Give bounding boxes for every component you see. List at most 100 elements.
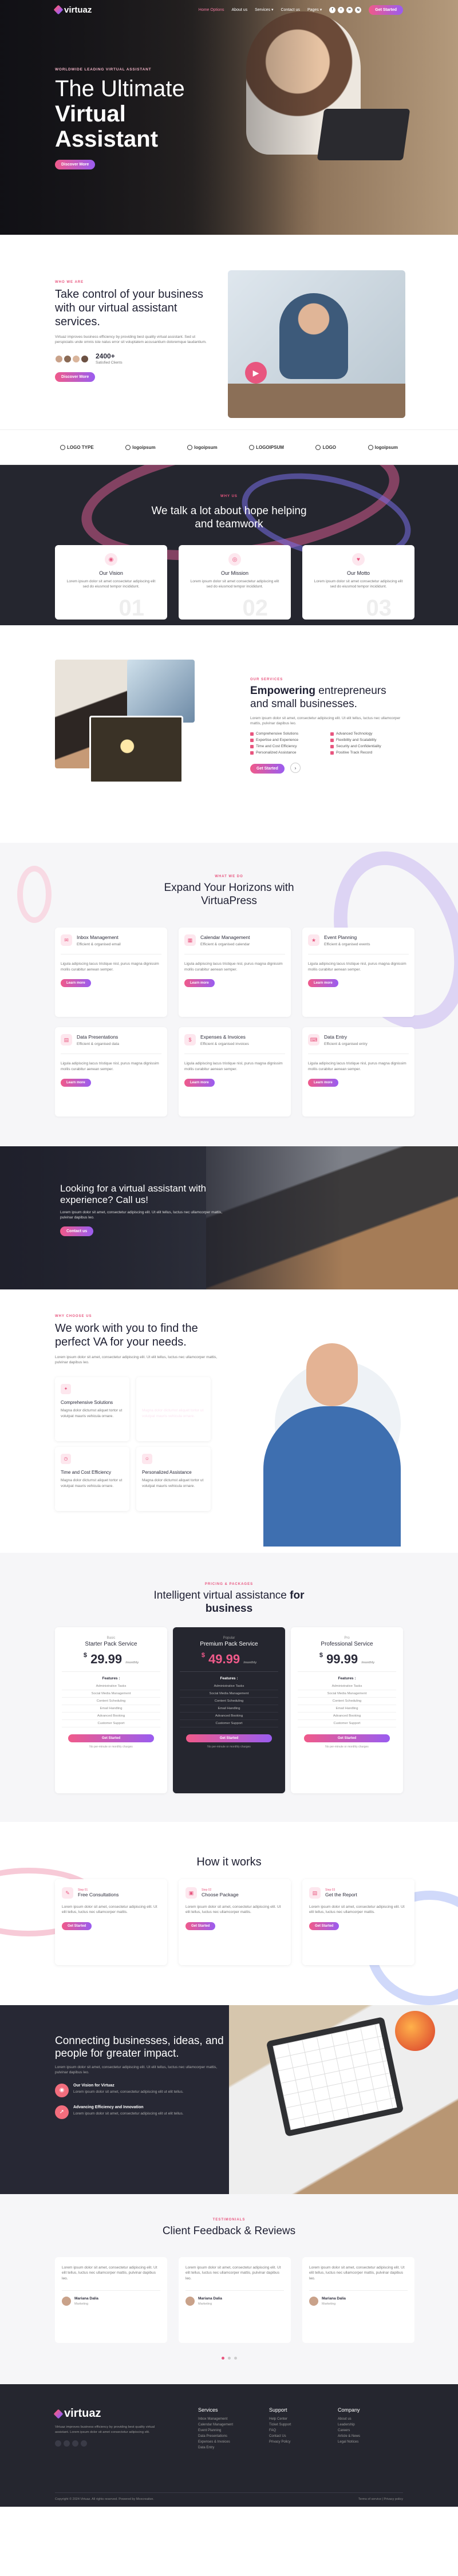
how-it-works-section: How it works ✎ Step 01 Free Consultations … xyxy=(0,1822,458,2005)
expert-title: We work with you to find the perfect VA … xyxy=(55,1322,198,1348)
facebook-icon[interactable] xyxy=(55,2440,61,2447)
feature-card: ◷ Time and Cost Efficiency Magna dolor d… xyxy=(55,1446,129,1511)
footer-link[interactable]: Calendar Management xyxy=(198,2423,261,2427)
nav-item-about[interactable]: About us xyxy=(232,8,248,12)
footer-link[interactable]: Expenses & Invoices xyxy=(198,2440,261,2444)
footer-link[interactable]: Data Entry xyxy=(198,2446,261,2449)
twitter-icon[interactable] xyxy=(64,2440,70,2447)
connect-item: ➚ Advancing Efficiency and Innovation Lor… xyxy=(55,2105,227,2119)
cta-contact-button[interactable]: Contact us xyxy=(60,1226,94,1236)
instagram-icon[interactable]: ig xyxy=(355,6,362,13)
avatar xyxy=(81,354,89,363)
eye-icon: ◉ xyxy=(105,553,117,566)
partner-logos: LOGO TYPE logoipsum logoipsum LOGOIPSUM … xyxy=(0,429,458,465)
logo-circle-icon xyxy=(187,444,193,450)
footer-link[interactable]: Inbox Management xyxy=(198,2417,261,2421)
instagram-icon[interactable] xyxy=(81,2440,87,2447)
clients-count: 2400+ xyxy=(96,352,115,360)
about-video[interactable]: ▶ xyxy=(228,270,405,418)
benefit-item: Time and Cost Efficiency xyxy=(250,744,325,748)
plan-features: Administrative Tasks Social Media Manage… xyxy=(62,1683,160,1727)
pricing-plan-professional: Pro Professional Service $ 99.99 /monthl… xyxy=(291,1627,403,1793)
testimonial-card: Lorem ipsum dolor sit amet, consectetur … xyxy=(302,2257,414,2343)
pricing-tag: PRICING & PACKAGES xyxy=(204,1583,254,1586)
client-avatars: 2400+ Satisfied Clients xyxy=(55,352,210,365)
empower-get-started-button[interactable]: Get Started xyxy=(250,763,285,774)
nav-item-services[interactable]: Services ▾ xyxy=(255,7,273,12)
benefit-item: Flexibility and Scalability xyxy=(330,738,405,742)
step-get-started-button[interactable]: Get Started xyxy=(62,1922,92,1930)
puzzle-icon: ✦ xyxy=(61,1383,71,1394)
linkedin-icon[interactable] xyxy=(72,2440,78,2447)
plan-price: $ 49.99 /monthly xyxy=(201,1652,257,1666)
footer-link[interactable]: Event Planning xyxy=(198,2429,261,2432)
partner-logo: logoipsum xyxy=(368,444,398,450)
footer-link[interactable]: Careers xyxy=(338,2429,401,2432)
step-get-started-button[interactable]: Get Started xyxy=(185,1922,216,1930)
play-icon[interactable]: ▶ xyxy=(245,362,267,384)
hero-discover-button[interactable]: Discover More xyxy=(55,160,96,169)
nav-item-contact[interactable]: Contact us xyxy=(281,8,299,12)
facebook-icon[interactable]: f xyxy=(329,6,336,13)
footer-link[interactable]: Leadership xyxy=(338,2423,401,2427)
footer-link[interactable]: Help Center xyxy=(269,2417,332,2421)
chart-icon: ▤ xyxy=(61,1034,72,1046)
service-card: ⌨ Data Entry Efficient & organised entry L… xyxy=(302,1027,414,1117)
learn-more-button[interactable]: Learn more xyxy=(184,1079,215,1087)
twitter-icon[interactable]: t xyxy=(338,6,345,13)
footer-logo[interactable]: virtuaz xyxy=(53,2407,169,2420)
pricing-section: PRICING & PACKAGES Intelligent virtual a… xyxy=(0,1553,458,1822)
footer-link[interactable]: Contact Us xyxy=(269,2435,332,2438)
about-tag: WHO WE ARE xyxy=(55,281,84,284)
rocket-icon: ➚ xyxy=(55,2105,69,2119)
footer-link[interactable]: Privacy Policy xyxy=(269,2440,332,2444)
learn-more-button[interactable]: Learn more xyxy=(61,1079,91,1087)
hero-eyebrow: WORLDWIDE LEADING VIRTUAL ASSISTANT xyxy=(55,68,152,72)
expert-tag: WHY CHOOSE US xyxy=(55,1315,92,1318)
carousel-dot[interactable] xyxy=(234,2357,237,2360)
footer-link[interactable]: Data Presentations xyxy=(198,2435,261,2438)
footer-link[interactable]: About us xyxy=(338,2417,401,2421)
service-card: ▤ Data Presentations Efficient & organised… xyxy=(55,1027,167,1117)
teamwork-section: WHY US We talk a lot about hope helping a… xyxy=(0,465,458,625)
footer-col-support: Support Help Center Ticket Support FAQ C… xyxy=(269,2407,332,2446)
header-socials: f t in ig xyxy=(329,6,362,13)
connect-item: ◉ Our Vision for Virtuaz Lorem ipsum dolo… xyxy=(55,2083,227,2097)
empower-tag: OUR SERVICES xyxy=(250,678,283,681)
footer-link[interactable]: Article & News xyxy=(338,2435,401,2438)
plan-get-started-button[interactable]: Get Started xyxy=(68,1734,154,1742)
learn-more-button[interactable]: Learn more xyxy=(184,979,215,988)
about-discover-button[interactable]: Discover More xyxy=(55,372,96,382)
carousel-dot[interactable] xyxy=(227,2357,231,2360)
hero-section: WORLDWIDE LEADING VIRTUAL ASSISTANT The … xyxy=(0,0,458,235)
header-cta-button[interactable]: Get Started xyxy=(369,5,403,15)
step-get-started-button[interactable]: Get Started xyxy=(309,1922,339,1930)
carousel-dot[interactable] xyxy=(221,2357,224,2360)
avatar xyxy=(72,354,80,363)
learn-more-button[interactable]: Learn more xyxy=(308,1079,338,1087)
avatar xyxy=(185,2297,195,2306)
plan-get-started-button[interactable]: Get Started xyxy=(186,1734,272,1742)
footer-link[interactable]: Ticket Support xyxy=(269,2423,332,2427)
footer-link[interactable]: FAQ xyxy=(269,2429,332,2432)
partner-logo: LOGOIPSUM xyxy=(249,444,284,450)
plan-get-started-button[interactable]: Get Started xyxy=(304,1734,390,1742)
about-text: Virtuaz improves business efficiency by … xyxy=(55,335,207,345)
expertise-section: WHY CHOOSE US We work with you to find t… xyxy=(0,1289,458,1553)
connect-title: Connecting businesses, ideas, and people… xyxy=(55,2035,224,2060)
team-tag: WHY US xyxy=(220,495,238,498)
nav-item-home[interactable]: Home Options xyxy=(199,8,224,12)
benefit-item: Positive Track Record xyxy=(330,751,405,755)
footer-link[interactable]: Legal Notices xyxy=(338,2440,401,2444)
linkedin-icon[interactable]: in xyxy=(346,6,353,13)
nav-item-pages[interactable]: Pages ▾ xyxy=(307,7,322,12)
logo[interactable]: virtuaz xyxy=(53,5,92,15)
learn-more-button[interactable]: Learn more xyxy=(61,979,91,988)
services-tag: WHAT WE DO xyxy=(215,875,243,878)
main-nav: Home Options About us Services ▾ Contact… xyxy=(199,5,403,15)
cta-title: Looking for a virtual assistant with exp… xyxy=(60,1183,207,1206)
site-footer: virtuaz Virtuaz improves business effici… xyxy=(0,2384,458,2507)
arrow-right-icon[interactable]: › xyxy=(290,763,301,774)
learn-more-button[interactable]: Learn more xyxy=(308,979,338,988)
legal-links[interactable]: Terms of service | Privacy policy xyxy=(358,2498,403,2501)
